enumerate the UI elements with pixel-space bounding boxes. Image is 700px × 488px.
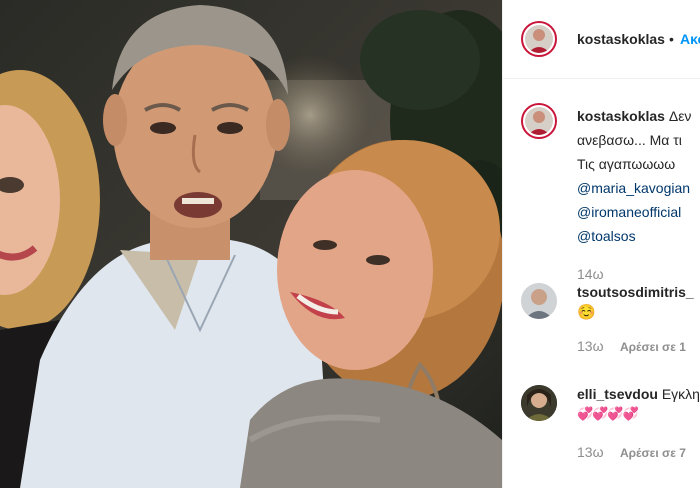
caption-text-3: Τις αγαπωωωω bbox=[577, 156, 676, 172]
caption-text-1: Δεν bbox=[668, 108, 692, 124]
post-photo[interactable] bbox=[0, 0, 502, 488]
commenter-avatar[interactable] bbox=[521, 385, 557, 421]
comment-2-text: 💞💞💞💞 bbox=[577, 406, 639, 421]
comment-2: elli_tsevdou Εγκλη 💞💞💞💞 13ω Αρέσει σε 7 bbox=[577, 386, 700, 462]
follow-button[interactable]: Ακο bbox=[680, 31, 700, 47]
comment-2-meta: 13ω Αρέσει σε 7 bbox=[577, 444, 700, 462]
mention-link[interactable]: @maria_kavogian bbox=[577, 176, 700, 200]
caption-author-username[interactable]: kostaskoklas bbox=[577, 108, 665, 124]
comment-2-likes[interactable]: Αρέσει σε 7 bbox=[620, 446, 686, 460]
mention-link[interactable]: @toalsos bbox=[577, 224, 700, 248]
caption-text-2: ανεβασω... Μα τι bbox=[577, 132, 682, 148]
comment-1-time[interactable]: 13ω bbox=[577, 338, 604, 354]
commenter-avatar[interactable] bbox=[521, 283, 557, 319]
person-avatar-icon bbox=[521, 385, 557, 421]
caption-line-1: kostaskoklas Δεν bbox=[577, 104, 700, 128]
comment-2-time[interactable]: 13ω bbox=[577, 444, 604, 460]
post-header: kostaskoklas • Ακο bbox=[503, 0, 700, 79]
caption: kostaskoklas Δεν ανεβασω... Μα τι Τις αγ… bbox=[577, 104, 700, 282]
caption-author-avatar[interactable] bbox=[521, 103, 557, 139]
header-separator: • bbox=[669, 31, 674, 47]
comment-1-likes[interactable]: Αρέσει σε 1 bbox=[620, 340, 686, 354]
comment-1-username[interactable]: tsoutsosdimitris_ bbox=[577, 284, 700, 300]
comment-2-line: elli_tsevdou Εγκλη bbox=[577, 386, 700, 402]
comment-1: tsoutsosdimitris_ ☺️ 13ω Αρέσει σε 1 bbox=[577, 284, 700, 356]
comment-2-text-inline: Εγκλη bbox=[661, 386, 700, 402]
author-avatar-icon bbox=[525, 25, 553, 53]
comment-1-meta: 13ω Αρέσει σε 1 bbox=[577, 338, 700, 356]
author-avatar[interactable] bbox=[521, 21, 557, 57]
caption-time[interactable]: 14ω bbox=[577, 266, 700, 282]
post-photo-image bbox=[0, 0, 502, 488]
caption-avatar-icon bbox=[525, 107, 553, 135]
author-username[interactable]: kostaskoklas bbox=[577, 31, 665, 47]
comment-1-text: ☺️ bbox=[577, 304, 596, 321]
post-side-panel: kostaskoklas • Ακο kostaskoklas Δεν ανεβ… bbox=[502, 0, 700, 488]
comment-2-username[interactable]: elli_tsevdou bbox=[577, 386, 658, 402]
mention-link[interactable]: @iromaneofficial bbox=[577, 200, 700, 224]
person-avatar-icon bbox=[521, 283, 557, 319]
